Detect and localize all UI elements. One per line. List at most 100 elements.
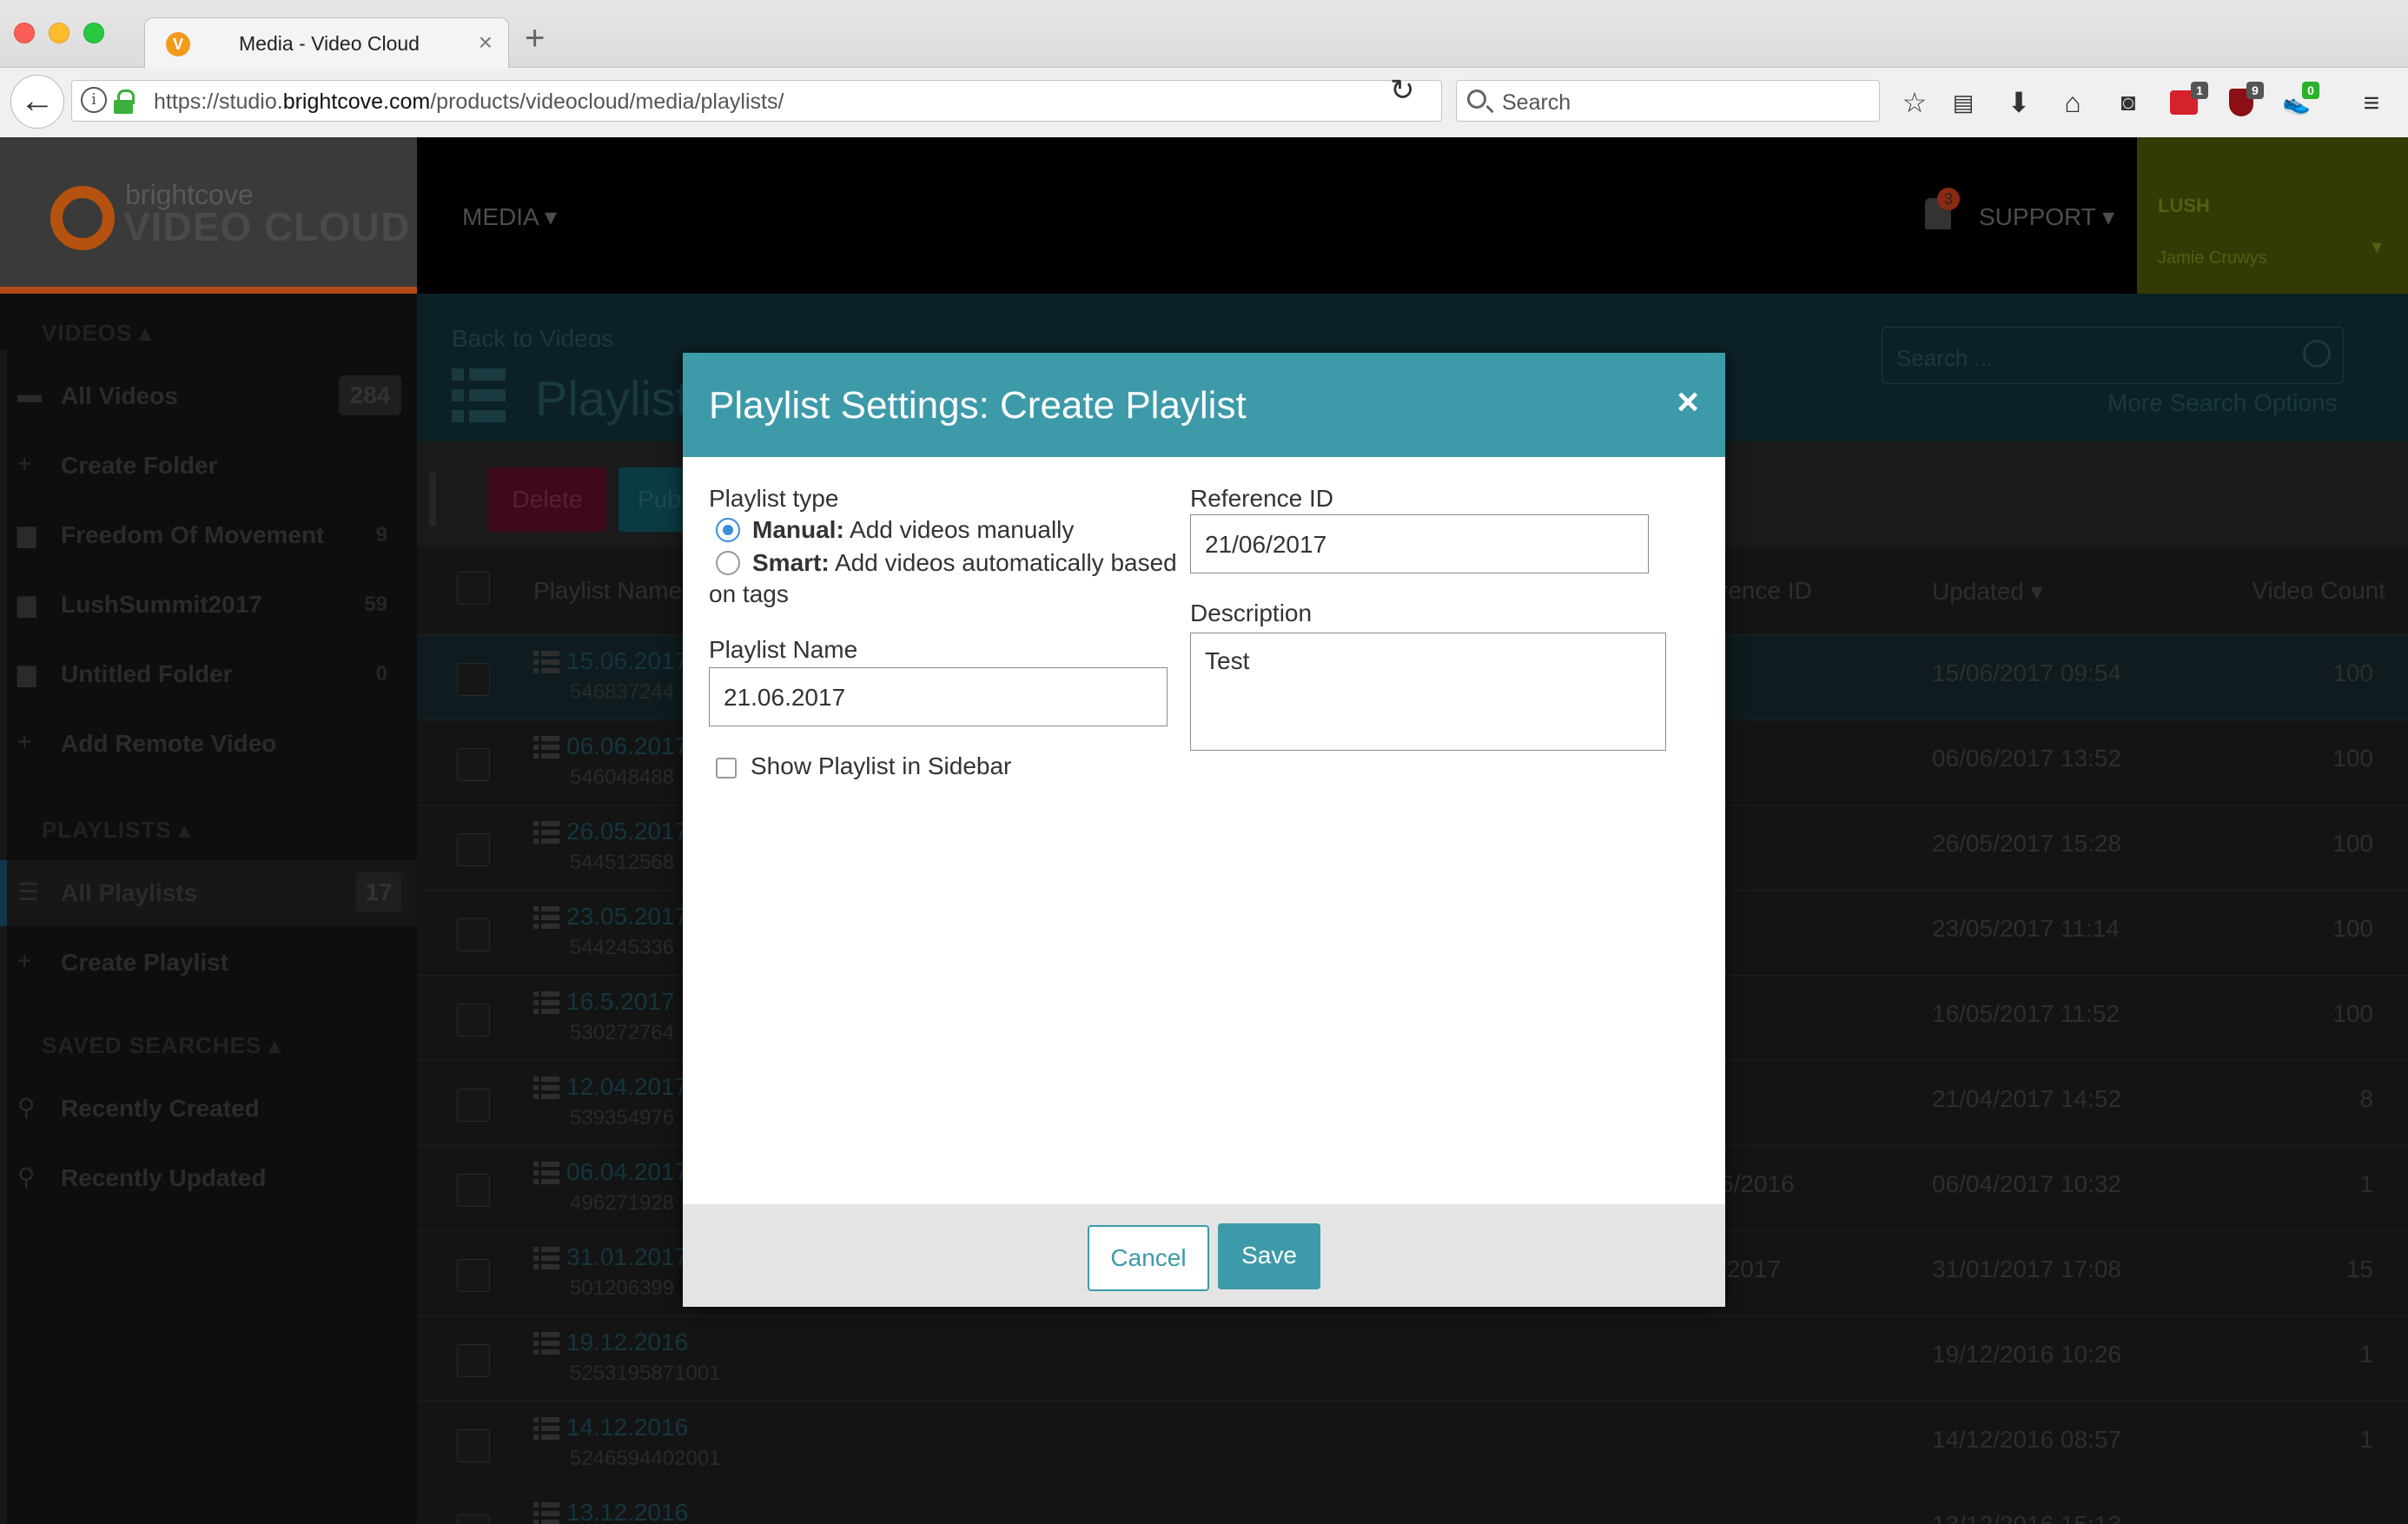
new-tab-icon[interactable]: + (525, 19, 545, 58)
select-all-checkbox[interactable] (457, 572, 490, 605)
create-playlist-dialog: Playlist Settings: Create Playlist × Pla… (683, 353, 1725, 1307)
support-menu[interactable]: SUPPORT ▾ (1979, 202, 2114, 231)
playlist-id: 546837244 (570, 680, 675, 704)
cancel-button[interactable]: Cancel (1088, 1225, 1209, 1291)
info-icon[interactable]: i (81, 87, 107, 113)
reference-id-input[interactable]: 21/06/2017 (1190, 514, 1649, 573)
save-button[interactable]: Save (1218, 1223, 1320, 1289)
row-checkbox[interactable] (457, 1259, 490, 1292)
download-icon[interactable]: ⬇ (2003, 87, 2034, 118)
media-search-input[interactable]: Search ... (1882, 327, 2344, 384)
pocket-icon[interactable]: ◙ (2113, 87, 2144, 118)
row-checkbox[interactable] (457, 1344, 490, 1377)
search-icon[interactable] (2303, 340, 2331, 368)
hamburger-menu-icon[interactable]: ≡ (2356, 87, 2387, 118)
playlist-name-input[interactable]: 21.06.2017 (709, 667, 1168, 726)
playlist-list-icon (533, 906, 559, 931)
more-search-options-link[interactable]: More Search Options (2107, 389, 2338, 417)
description-textarea[interactable]: Test (1190, 633, 1666, 751)
sidebar-item-all-playlists[interactable]: ☰ All Playlists 17 (0, 860, 417, 926)
playlist-name-link[interactable]: 23.05.2017 (566, 903, 688, 931)
row-checkbox[interactable] (457, 1429, 490, 1462)
plus-icon: + (17, 947, 32, 974)
playlist-name-link[interactable]: 19.12.2016 (566, 1329, 688, 1356)
table-row[interactable]: 19.12.2016 5253195871001 19/12/2016 10:26 1 (417, 1315, 2408, 1401)
logo[interactable]: brightcove VIDEO CLOUD (0, 137, 417, 294)
video-count-cell: 1 (2359, 1426, 2373, 1453)
sidebar-item-add-remote-video[interactable]: + Add Remote Video (0, 711, 417, 777)
playlist-name-link[interactable]: 14.12.2016 (566, 1414, 688, 1441)
row-checkbox[interactable] (457, 918, 490, 951)
sidebar-section-videos[interactable]: VIDEOS ▴ (42, 320, 152, 347)
sidebar-item-label: Create Folder (61, 452, 218, 479)
sidebar-item-folder[interactable]: ▆ Untitled Folder 0 (0, 641, 417, 707)
playlist-name-link[interactable]: 06.04.2017 (566, 1158, 688, 1186)
extension-ublock-icon[interactable]: 9 (2226, 82, 2264, 118)
video-camera-icon: ▬ (17, 381, 42, 408)
column-header-name[interactable]: Playlist Name (533, 577, 682, 605)
column-header-updated[interactable]: Updated ▾ (1932, 577, 2043, 606)
drag-handle[interactable] (429, 473, 436, 527)
playlist-name-link[interactable]: 15.06.2017 (566, 647, 688, 675)
table-row[interactable]: 13.12.2016 13/12/2016 15:13 (417, 1486, 2408, 1524)
reload-icon[interactable]: ↻ (1390, 73, 1415, 108)
sidebar-item-folder[interactable]: ▆ Freedom Of Movement 9 (0, 502, 417, 568)
sidebar-item-create-playlist[interactable]: + Create Playlist (0, 930, 417, 996)
media-menu[interactable]: MEDIA ▾ (462, 202, 557, 231)
back-button[interactable]: ← (10, 75, 64, 129)
row-checkbox[interactable] (457, 1089, 490, 1122)
reading-list-icon[interactable]: ▤ (1948, 87, 1979, 118)
sidebar-item-folder[interactable]: ▆ LushSummit2017 59 (0, 572, 417, 638)
playlist-list-icon (533, 1332, 559, 1356)
sidebar-item-recently-created[interactable]: ⚲ Recently Created (0, 1076, 417, 1142)
close-icon[interactable]: × (1677, 381, 1699, 424)
playlist-name-link[interactable]: 31.01.2017 (566, 1243, 688, 1271)
url-bar[interactable]: i https://studio.brightcove.com/products… (71, 80, 1442, 122)
delete-button[interactable]: Delete (488, 467, 606, 532)
updated-cell: 23/05/2017 11:14 (1932, 915, 2120, 942)
manual-radio[interactable] (716, 518, 740, 542)
home-icon[interactable]: ⌂ (2057, 87, 2088, 118)
back-to-videos-link[interactable]: Back to Videos (452, 325, 613, 353)
sidebar-item-create-folder[interactable]: + Create Folder (0, 433, 417, 499)
show-in-sidebar-checkbox[interactable] (716, 758, 737, 779)
minimize-window-button[interactable] (49, 23, 69, 43)
sidebar-item-all-videos[interactable]: ▬ All Videos 284 (0, 363, 417, 429)
extension-badge: 9 (2246, 82, 2264, 99)
column-header-reference[interactable]: rence ID (1720, 577, 1812, 605)
row-checkbox[interactable] (457, 663, 490, 696)
account-menu[interactable]: LUSH Jamie Cruwys ▼ (2137, 137, 2408, 294)
manual-radio-label[interactable]: Manual: Add videos manually (752, 514, 1074, 546)
table-row[interactable]: 14.12.2016 5246594402001 14/12/2016 08:57 1 (417, 1401, 2408, 1486)
row-checkbox[interactable] (457, 1514, 490, 1524)
browser-tab[interactable]: V Media - Video Cloud × (144, 17, 509, 70)
show-in-sidebar-label[interactable]: Show Playlist in Sidebar (751, 752, 1011, 780)
sidebar-section-saved-searches[interactable]: SAVED SEARCHES ▴ (42, 1032, 281, 1059)
sidebar-item-recently-updated[interactable]: ⚲ Recently Updated (0, 1145, 417, 1211)
sidebar-item-label: Add Remote Video (61, 730, 277, 757)
extension-lastpass-icon[interactable]: 1 (2170, 82, 2208, 118)
close-window-button[interactable] (14, 23, 35, 43)
row-checkbox[interactable] (457, 833, 490, 866)
playlist-name-link[interactable]: 06.06.2017 (566, 732, 688, 760)
sidebar-section-playlists[interactable]: PLAYLISTS ▴ (42, 817, 191, 844)
tab-close-icon[interactable]: × (479, 29, 493, 56)
search-icon: ⚲ (17, 1094, 36, 1121)
lock-icon (114, 89, 135, 114)
row-checkbox[interactable] (457, 748, 490, 781)
publish-button[interactable]: Pub (619, 467, 688, 532)
maximize-window-button[interactable] (83, 23, 104, 43)
row-checkbox[interactable] (457, 1004, 490, 1037)
playlist-name-link[interactable]: 13.12.2016 (566, 1499, 688, 1524)
smart-radio[interactable] (716, 551, 740, 575)
playlist-name-value: 21.06.2017 (724, 684, 846, 711)
playlist-name-link[interactable]: 26.05.2017 (566, 818, 688, 845)
playlist-name-link[interactable]: 16.5.2017 (566, 988, 675, 1016)
browser-search-input[interactable]: Search (1456, 80, 1880, 122)
smart-radio-label[interactable]: Smart: Add videos automatically based (752, 547, 1177, 579)
extension-shoe-icon[interactable]: 👟 0 (2281, 82, 2319, 118)
playlist-name-link[interactable]: 12.04.2017 (566, 1073, 688, 1101)
row-checkbox[interactable] (457, 1174, 490, 1207)
column-header-video-count[interactable]: Video Count (2252, 577, 2385, 605)
bookmark-star-icon[interactable]: ☆ (1899, 87, 1930, 118)
